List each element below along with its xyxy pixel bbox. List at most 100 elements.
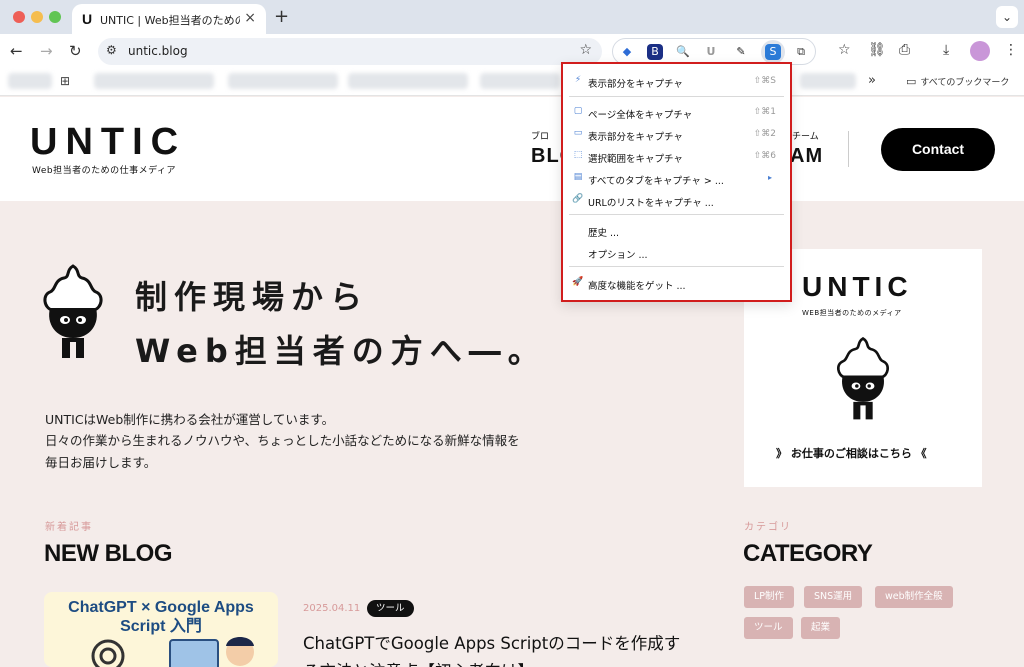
submenu-arrow-icon: ▸ (767, 173, 772, 182)
hero-heading-line2: Web担当者の方へ―。 (135, 332, 547, 370)
menu-item-history[interactable]: 歴史 ... (569, 221, 784, 241)
bookmark-item[interactable] (800, 73, 856, 89)
menu-item-label: すべてのタブをキャプチャ > ... (588, 176, 724, 187)
download-icon[interactable]: ⤓ (943, 42, 949, 58)
bookmark-item[interactable] (348, 73, 468, 89)
eyedropper-extension-icon[interactable]: ✎ (733, 44, 749, 60)
menu-item-capture-all-tabs[interactable]: ▤ すべてのタブをキャプチャ > ... ▸ (569, 169, 784, 189)
browser-toolbar: ← → ↻ ⚙ untic.blog ☆ ◆ B 🔍 U ✎ S ⧉ ☆ ⛓ ⎙… (0, 34, 1024, 68)
menu-item-capture-url-list[interactable]: 🔗 URLのリストをキャプチャ ... (569, 191, 784, 211)
new-blog-kicker: 新着記事 (45, 522, 93, 533)
zoom-window-button[interactable] (49, 11, 61, 23)
back-button[interactable]: ← (10, 42, 23, 60)
screenshot-extension-icon[interactable]: S (765, 44, 781, 60)
forward-button[interactable]: → (40, 42, 53, 60)
browser-tab-untic[interactable]: U UNTIC | Web担当者のための仕事 × (72, 4, 266, 34)
bookmark-item[interactable] (8, 73, 52, 89)
magnifier-extension-icon[interactable]: 🔍 (675, 44, 691, 60)
hero-heading-line1: 制作現場から (135, 278, 370, 316)
category-title: CATEGORY (743, 540, 873, 567)
category-chip[interactable]: ツール (744, 617, 793, 639)
menu-separator (569, 266, 784, 267)
post-title-link[interactable]: ChatGPTでGoogle Apps Scriptのコードを作成する方法と注意… (303, 630, 683, 667)
tab-title: UNTIC | Web担当者のための仕事 (100, 14, 240, 27)
bookmark-item[interactable] (94, 73, 214, 89)
menu-item-label: 歴史 ... (588, 228, 620, 239)
card-logo: UNTIC (802, 271, 913, 302)
intro-text-line2: 日々の作業から生まれるノウハウや、ちょっとした小話などためになる新鮮な情報を (45, 433, 520, 448)
category-chip[interactable]: web制作全般 (875, 586, 953, 608)
address-bar[interactable]: ⚙ untic.blog ☆ (98, 38, 602, 65)
card-mascot-illustration (837, 337, 889, 420)
menu-item-label: オプション ... (588, 250, 648, 261)
nav-divider (848, 131, 849, 167)
all-bookmarks-folder[interactable]: ▭ すべてのブックマーク (906, 75, 1009, 88)
menu-item-capture-visible[interactable]: ▭ 表示部分をキャプチャ ⇧⌘2 (569, 125, 784, 145)
tab-search-button[interactable]: ⌄ (996, 6, 1018, 28)
folder-icon: ▭ (906, 75, 917, 88)
browser-tab-bar: U UNTIC | Web担当者のための仕事 × + ⌄ (0, 0, 1024, 34)
post-tag[interactable]: ツール (367, 600, 414, 617)
nav-blog-small: ブロ (531, 132, 550, 142)
nav-team-link[interactable]: AM (790, 145, 823, 168)
menu-item-capture-full-page[interactable]: ▢ ページ全体をキャプチャ ⇧⌘1 (569, 103, 784, 123)
menu-item-options[interactable]: オプション ... (569, 243, 784, 263)
bookmark-star-icon[interactable]: ☆ (579, 42, 592, 58)
page-icon: ▢ (573, 106, 583, 116)
print-icon[interactable]: ⎙ (899, 42, 910, 58)
new-blog-title: NEW BLOG (44, 540, 173, 567)
site-header: UNTIC Web担当者のための仕事メディア ブロ BLO チーム AM Con… (0, 97, 1024, 201)
menu-item-get-advanced[interactable]: 🚀 高度な機能をゲット ... (569, 274, 784, 294)
contact-button[interactable]: Contact (881, 128, 995, 171)
apps-grid-icon[interactable]: ⊞ (60, 73, 74, 89)
tag-extension-icon[interactable]: ◆ (619, 44, 635, 60)
menu-item-shortcut: ⇧⌘2 (753, 129, 776, 139)
address-url[interactable]: untic.blog (128, 44, 188, 58)
site-logo[interactable]: UNTIC (30, 121, 186, 164)
selection-icon: ⬚ (573, 150, 583, 160)
menu-item-shortcut: ⇧⌘6 (753, 151, 776, 161)
profile-avatar[interactable] (970, 41, 990, 61)
site-logo-subtitle: Web担当者のための仕事メディア (32, 166, 176, 176)
more-menu-icon[interactable]: ⋮ (1004, 42, 1018, 58)
post-thumbnail[interactable]: ChatGPT × Google Apps Script 入門 (44, 592, 278, 667)
lightning-icon: ⚡ (574, 75, 582, 85)
card-logo-subtitle: WEB担当者のためのメディア (802, 309, 902, 317)
menu-item-label: 選択範囲をキャプチャ (588, 154, 683, 165)
u-extension-icon[interactable]: U (703, 44, 719, 60)
visible-area-icon: ▭ (573, 128, 583, 138)
new-tab-button[interactable]: + (274, 6, 289, 27)
all-bookmarks-label: すべてのブックマーク (920, 78, 1010, 88)
minimize-window-button[interactable] (31, 11, 43, 23)
capture-extension-menu: ⚡ 表示部分をキャプチャ ⇧⌘S ▢ ページ全体をキャプチャ ⇧⌘1 ▭ 表示部… (561, 62, 792, 302)
site-info-icon[interactable]: ⚙ (106, 43, 117, 57)
nav-team-small: チーム (792, 132, 819, 142)
close-window-button[interactable] (13, 11, 25, 23)
tabs-icon: ▤ (573, 172, 583, 182)
menu-separator (569, 214, 784, 215)
category-kicker: カテゴリ (744, 522, 792, 533)
category-chip[interactable]: LP制作 (744, 586, 795, 608)
menu-item-capture-visible-quick[interactable]: ⚡ 表示部分をキャプチャ ⇧⌘S (569, 72, 784, 92)
category-chip[interactable]: 起業 (801, 617, 841, 639)
reload-button[interactable]: ↻ (69, 42, 82, 60)
intro-text-line1: UNTICはWeb制作に携わる会社が運営しています。 (45, 412, 335, 427)
link-icon[interactable]: ⛓ (868, 42, 886, 58)
b-extension-icon[interactable]: B (647, 44, 663, 60)
menu-item-label: 表示部分をキャプチャ (588, 132, 683, 143)
menu-item-shortcut: ⇧⌘1 (753, 107, 776, 117)
menu-item-capture-selection[interactable]: ⬚ 選択範囲をキャプチャ ⇧⌘6 (569, 147, 784, 167)
extensions-group: ◆ B 🔍 U ✎ S ⧉ (612, 38, 816, 65)
bookmark-item[interactable] (228, 73, 338, 89)
extensions-puzzle-icon[interactable]: ⧉ (793, 44, 809, 60)
category-chip[interactable]: SNS運用 (804, 586, 863, 608)
star-icon[interactable]: ☆ (838, 42, 851, 58)
openai-logo-icon (91, 639, 125, 667)
bookmark-item[interactable] (480, 73, 560, 89)
site-favicon: U (82, 11, 93, 27)
intro-text-line3: 毎日お届けします。 (45, 455, 157, 470)
close-tab-icon[interactable]: × (244, 10, 256, 26)
menu-item-shortcut: ⇧⌘S (753, 76, 776, 86)
consultation-link[interactable]: 》 お仕事のご相談はこちら 《 (776, 445, 927, 461)
bookmarks-overflow-icon[interactable]: » (868, 73, 876, 88)
